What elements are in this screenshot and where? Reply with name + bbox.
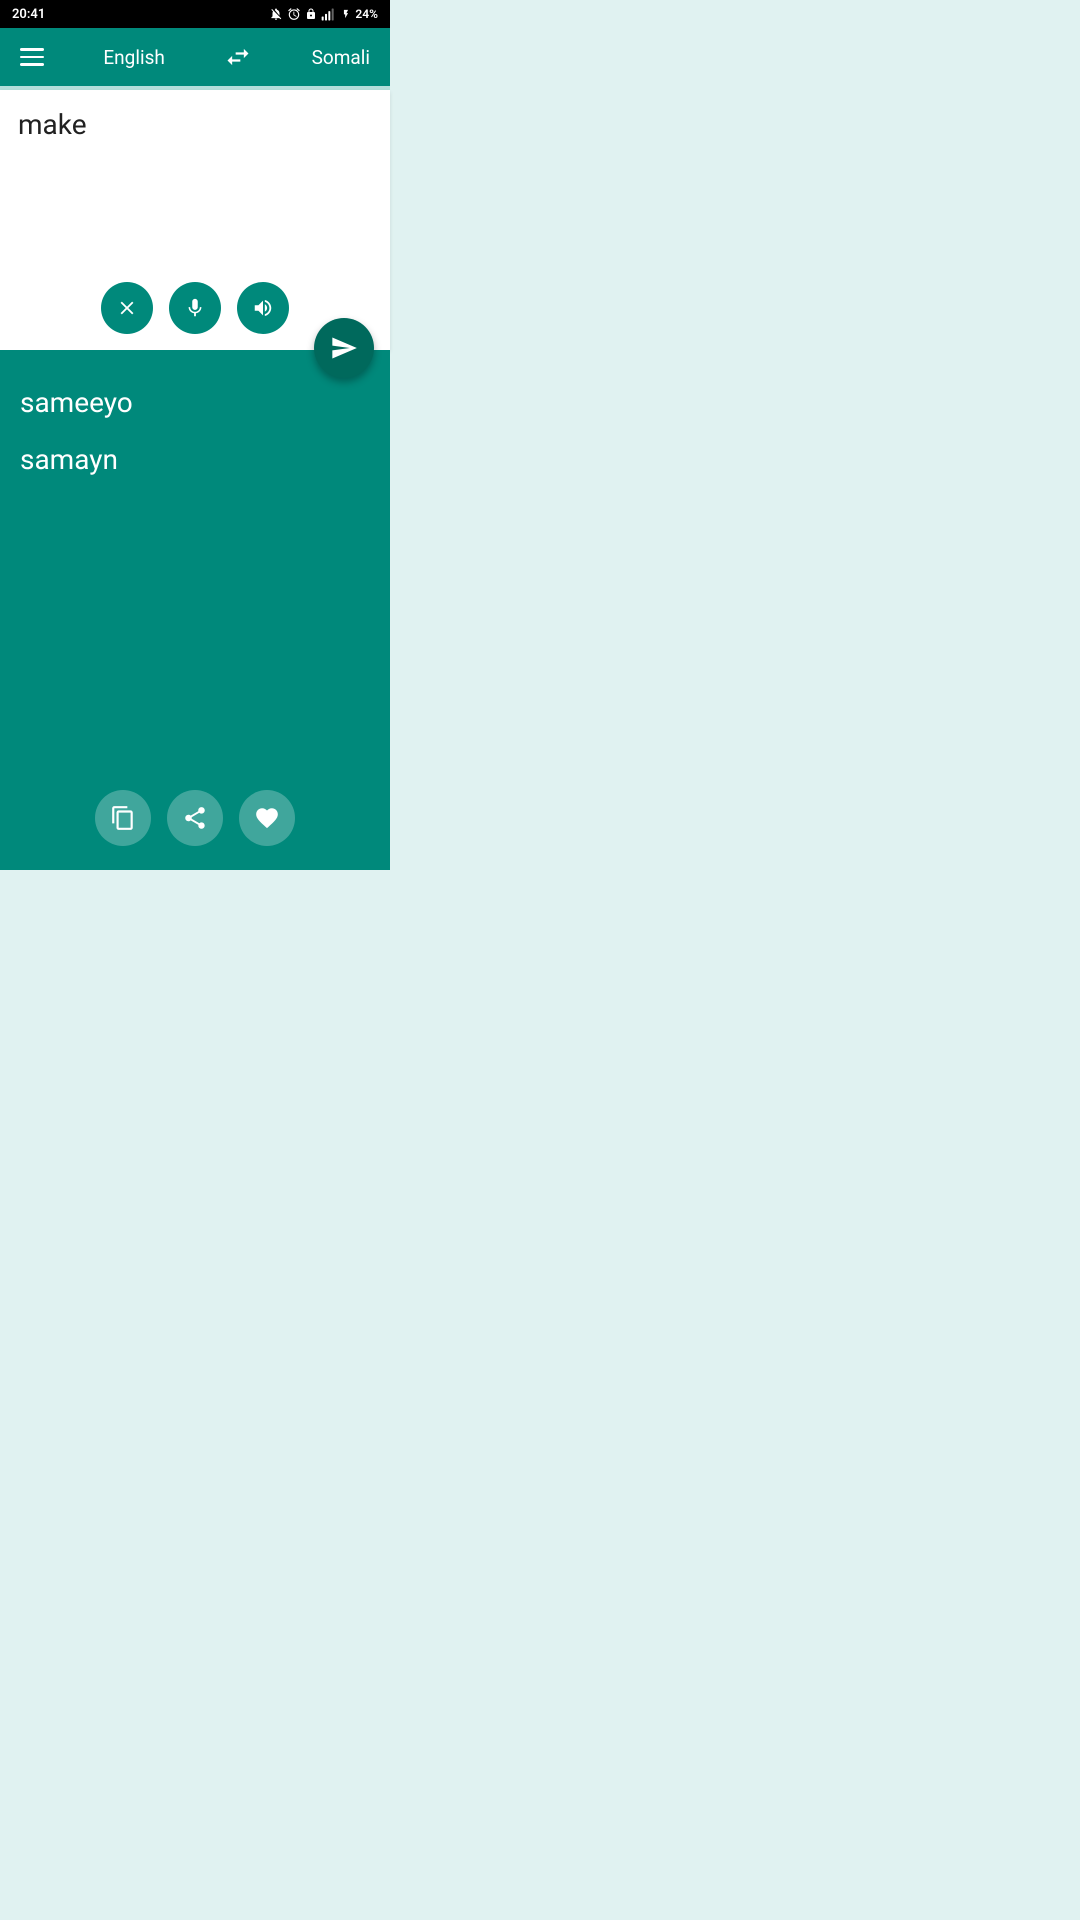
translation-word-1: sameeyo <box>20 386 370 419</box>
status-bar: 20:41 24% <box>0 0 390 28</box>
input-area: make <box>0 90 390 350</box>
share-icon <box>182 805 208 831</box>
send-button[interactable] <box>314 318 374 378</box>
bottom-actions <box>95 790 295 846</box>
speak-button[interactable] <box>237 282 289 334</box>
translation-word-2: samayn <box>20 443 370 476</box>
app-header: English Somali <box>0 28 390 86</box>
clear-button[interactable] <box>101 282 153 334</box>
input-actions <box>101 282 289 334</box>
swap-languages-button[interactable] <box>224 43 252 71</box>
share-button[interactable] <box>167 790 223 846</box>
heart-icon <box>254 805 280 831</box>
send-icon <box>330 334 358 362</box>
menu-button[interactable] <box>20 48 44 66</box>
input-text[interactable]: make <box>18 108 372 141</box>
battery-level: 24% <box>355 7 378 21</box>
status-time: 20:41 <box>12 7 45 22</box>
microphone-button[interactable] <box>169 282 221 334</box>
signal-icon <box>321 8 337 21</box>
lock-icon <box>305 7 317 21</box>
volume-icon <box>252 297 274 319</box>
favorite-button[interactable] <box>239 790 295 846</box>
target-language[interactable]: Somali <box>312 46 370 69</box>
source-language[interactable]: English <box>103 46 164 69</box>
status-icons: 24% <box>269 7 378 21</box>
mic-icon <box>184 297 206 319</box>
alarm-icon <box>287 7 301 21</box>
copy-button[interactable] <box>95 790 151 846</box>
copy-icon <box>110 805 136 831</box>
charging-icon <box>341 7 351 21</box>
x-icon <box>116 297 138 319</box>
mute-icon <box>269 7 283 21</box>
translation-area: sameeyo samayn <box>0 350 390 870</box>
input-wrapper: make <box>0 90 390 350</box>
